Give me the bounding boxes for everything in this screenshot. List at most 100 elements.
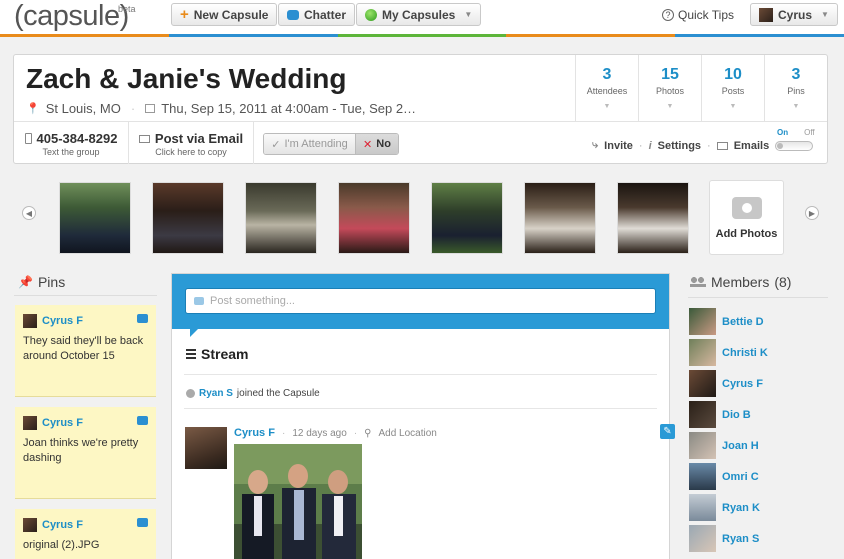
- member-item[interactable]: Ryan K: [689, 494, 760, 521]
- divider: [14, 295, 157, 296]
- stat-photos[interactable]: 15 Photos ▼: [638, 55, 701, 121]
- member-item[interactable]: Bettie D: [689, 308, 764, 335]
- beta-label: beta: [118, 4, 136, 14]
- avatar: [689, 494, 716, 521]
- rsvp-toggle: ✓ I'm Attending ✕ No: [263, 133, 399, 155]
- photo-thumbnail[interactable]: [59, 182, 131, 254]
- photo-thumbnail[interactable]: [245, 182, 317, 254]
- stat-posts[interactable]: 10 Posts ▼: [701, 55, 764, 121]
- color-strip: [0, 34, 844, 37]
- pins-heading: 📌 Pins: [18, 274, 66, 290]
- photo-thumbnail[interactable]: [338, 182, 410, 254]
- avatar: [689, 401, 716, 428]
- divider: [184, 408, 657, 409]
- top-bar: (capsule) beta + New Capsule Chatter My …: [0, 0, 844, 35]
- add-location-link[interactable]: Add Location: [378, 428, 436, 439]
- phone-icon: [24, 133, 32, 144]
- add-photos-button[interactable]: Add Photos: [709, 180, 784, 255]
- members-heading: Members (8): [690, 274, 791, 290]
- invite-link[interactable]: Invite: [604, 140, 633, 152]
- divider: [688, 297, 828, 298]
- activity-user-link[interactable]: Ryan S: [199, 388, 233, 399]
- stat-attendees[interactable]: 3 Attendees ▼: [575, 55, 638, 121]
- member-item[interactable]: Cyrus F: [689, 370, 763, 397]
- capsule-icon: [365, 8, 377, 21]
- post-composer: Post something...: [172, 274, 669, 337]
- post-author-avatar[interactable]: [185, 427, 227, 469]
- logo-text: (capsule): [14, 0, 129, 32]
- phone-contact[interactable]: 405-384-8292 Text the group: [14, 122, 129, 164]
- user-menu-button[interactable]: Cyrus ▼: [750, 3, 838, 26]
- member-item[interactable]: Joan H: [689, 432, 759, 459]
- member-item[interactable]: Ryan S: [689, 525, 759, 552]
- post-photo-image: [234, 444, 362, 559]
- chevron-down-icon: ▼: [792, 103, 800, 110]
- mail-icon: [138, 134, 150, 143]
- post-photo[interactable]: [234, 444, 362, 559]
- photo-thumbnail[interactable]: [152, 182, 224, 254]
- avatar: [689, 525, 716, 552]
- comment-icon: [137, 314, 148, 323]
- avatar: [23, 518, 37, 532]
- pin-author[interactable]: Cyrus F: [42, 315, 83, 327]
- emails-toggle[interactable]: [775, 140, 814, 151]
- chevron-down-icon: ▼: [666, 103, 674, 110]
- help-icon: ?: [662, 9, 674, 21]
- photo-thumbnail[interactable]: [617, 182, 689, 254]
- settings-icon: i: [648, 139, 652, 152]
- chat-icon: [194, 297, 204, 305]
- camera-icon: [137, 518, 148, 527]
- avatar: [759, 7, 773, 22]
- capsule-logo[interactable]: (capsule) beta: [14, 0, 136, 33]
- not-attending-button[interactable]: ✕ No: [356, 134, 398, 154]
- member-item[interactable]: Dio B: [689, 401, 751, 428]
- event-header: Zach & Janie's Wedding 📍 St Louis, MO · …: [13, 54, 828, 164]
- caret-down-icon: ▼: [821, 10, 829, 19]
- my-capsules-button[interactable]: My Capsules ▼: [356, 3, 482, 26]
- divider: [184, 374, 657, 375]
- chevron-down-icon: ▼: [729, 103, 737, 110]
- post-input[interactable]: Post something...: [185, 288, 656, 314]
- avatar: [689, 432, 716, 459]
- pin-author[interactable]: Cyrus F: [42, 519, 83, 531]
- stream-panel: Post something... Stream Ryan S joined t…: [171, 273, 675, 559]
- members-count: (8): [774, 274, 792, 290]
- settings-link[interactable]: Settings: [658, 140, 701, 152]
- new-capsule-button[interactable]: + New Capsule: [171, 3, 278, 26]
- post-meta: Cyrus F · 12 days ago · ⚲ Add Location: [234, 427, 437, 439]
- quick-tips-link[interactable]: ? Quick Tips: [662, 8, 734, 22]
- location-pin-icon: ⚲: [364, 427, 372, 439]
- email-contact[interactable]: Post via Email Click here to copy: [129, 122, 254, 164]
- avatar: [23, 314, 37, 328]
- event-meta: 📍 St Louis, MO · Thu, Sep 15, 2011 at 4:…: [26, 101, 417, 116]
- stat-pins[interactable]: 3 Pins ▼: [764, 55, 827, 121]
- chevron-down-icon: ▼: [603, 103, 611, 110]
- pushpin-icon: 📌: [18, 275, 33, 289]
- activity-item: Ryan S joined the Capsule: [186, 388, 320, 399]
- pin-card[interactable]: Cyrus F original (2).JPG: [15, 509, 156, 559]
- pin-card[interactable]: Cyrus F They said they'll be back around…: [15, 305, 156, 397]
- member-item[interactable]: Omri C: [689, 463, 759, 490]
- event-title: Zach & Janie's Wedding: [26, 63, 347, 94]
- pin-card[interactable]: Cyrus F Joan thinks we're pretty dashing: [15, 407, 156, 499]
- photo-thumbnail[interactable]: [524, 182, 596, 254]
- event-stats: 3 Attendees ▼ 15 Photos ▼ 10 Posts ▼ 3 P…: [575, 55, 827, 121]
- event-location: St Louis, MO: [45, 101, 121, 116]
- member-item[interactable]: Christi K: [689, 339, 768, 366]
- mail-icon: [716, 141, 728, 150]
- chatter-button[interactable]: Chatter: [278, 3, 356, 26]
- photos-prev-arrow[interactable]: ◀: [22, 206, 36, 220]
- event-dates: Thu, Sep 15, 2011 at 4:00am - Tue, Sep 2…: [161, 101, 417, 116]
- pin-author[interactable]: Cyrus F: [42, 417, 83, 429]
- list-icon: [186, 349, 196, 359]
- location-pin-icon: 📍: [26, 103, 40, 115]
- attending-button[interactable]: ✓ I'm Attending: [264, 134, 356, 154]
- post-author-link[interactable]: Cyrus F: [234, 427, 275, 439]
- pin-post-icon[interactable]: ✎: [660, 424, 675, 439]
- photo-thumbnail[interactable]: [431, 182, 503, 254]
- plus-icon: +: [180, 6, 189, 23]
- chat-icon: [287, 9, 299, 20]
- photos-next-arrow[interactable]: ▶: [805, 206, 819, 220]
- post-time: 12 days ago: [292, 427, 347, 439]
- avatar: [23, 416, 37, 430]
